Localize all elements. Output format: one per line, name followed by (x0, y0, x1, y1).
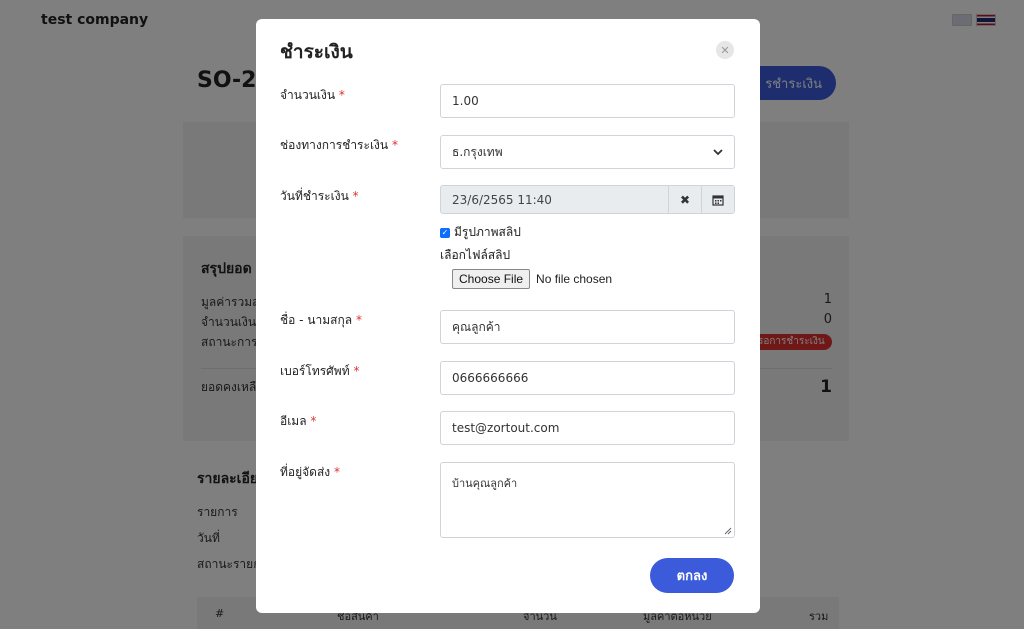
channel-label-text: ช่องทางการชำระเงิน (280, 138, 389, 152)
phone-label-text: เบอร์โทรศัพท์ (280, 364, 350, 378)
amount-field[interactable] (440, 84, 735, 118)
close-icon[interactable]: ✕ (716, 41, 734, 59)
required-mark: * (355, 313, 362, 327)
amount-input[interactable] (452, 94, 723, 108)
address-label: ที่อยู่จัดส่ง * (280, 463, 340, 482)
has-slip-checkbox[interactable]: ✓ (440, 227, 450, 238)
calendar-glyph (712, 194, 724, 206)
has-slip-label: มีรูปภาพสลิป (454, 225, 521, 239)
payment-date-input[interactable]: 23/6/2565 11:40 (441, 186, 668, 213)
name-field[interactable] (440, 310, 735, 344)
email-label: อีเมล * (280, 412, 316, 431)
address-value: บ้านคุณลูกค้า (452, 477, 518, 490)
channel-selected-value: ธ.กรุงเทพ (452, 144, 503, 159)
phone-field[interactable] (440, 361, 735, 395)
email-input[interactable] (452, 421, 723, 435)
required-mark: * (353, 364, 360, 378)
email-label-text: อีเมล (280, 414, 307, 428)
payment-modal: ชำระเงิน ✕ จำนวนเงิน * ช่องทางการชำระเงิ… (256, 19, 760, 613)
payment-date-group: 23/6/2565 11:40 ✖ (440, 185, 735, 214)
payment-date-label: วันที่ชำระเงิน * (280, 187, 359, 206)
has-slip-row[interactable]: ✓ มีรูปภาพสลิป (440, 223, 521, 242)
amount-label-text: จำนวนเงิน (280, 88, 336, 102)
channel-select[interactable]: ธ.กรุงเทพ (440, 135, 735, 169)
email-field[interactable] (440, 411, 735, 445)
name-label-text: ชื่อ - นามสกุล (280, 313, 353, 327)
modal-title: ชำระเงิน (280, 41, 353, 63)
name-label: ชื่อ - นามสกุล * (280, 311, 362, 330)
required-mark: * (338, 88, 345, 102)
phone-input[interactable] (452, 371, 723, 385)
file-input: Choose File No file chosen (452, 269, 612, 289)
address-label-text: ที่อยู่จัดส่ง (280, 465, 331, 479)
name-input[interactable] (452, 320, 723, 334)
ok-button[interactable]: ตกลง (650, 558, 734, 593)
phone-label: เบอร์โทรศัพท์ * (280, 362, 359, 381)
payment-date-label-text: วันที่ชำระเงิน (280, 189, 349, 203)
calendar-icon[interactable] (701, 186, 734, 213)
required-mark: * (333, 465, 340, 479)
chevron-down-icon (713, 149, 723, 156)
file-status: No file chosen (536, 272, 613, 286)
amount-label: จำนวนเงิน * (280, 86, 345, 105)
channel-label: ช่องทางการชำระเงิน * (280, 136, 398, 155)
required-mark: * (391, 138, 398, 152)
required-mark: * (352, 189, 359, 203)
choose-file-button[interactable]: Choose File (452, 269, 531, 289)
choose-slip-label: เลือกไฟล์สลิป (440, 248, 511, 262)
clear-date-icon[interactable]: ✖ (668, 186, 701, 213)
required-mark: * (310, 414, 317, 428)
resize-handle-icon[interactable] (724, 527, 732, 535)
address-textarea[interactable]: บ้านคุณลูกค้า (440, 462, 735, 538)
